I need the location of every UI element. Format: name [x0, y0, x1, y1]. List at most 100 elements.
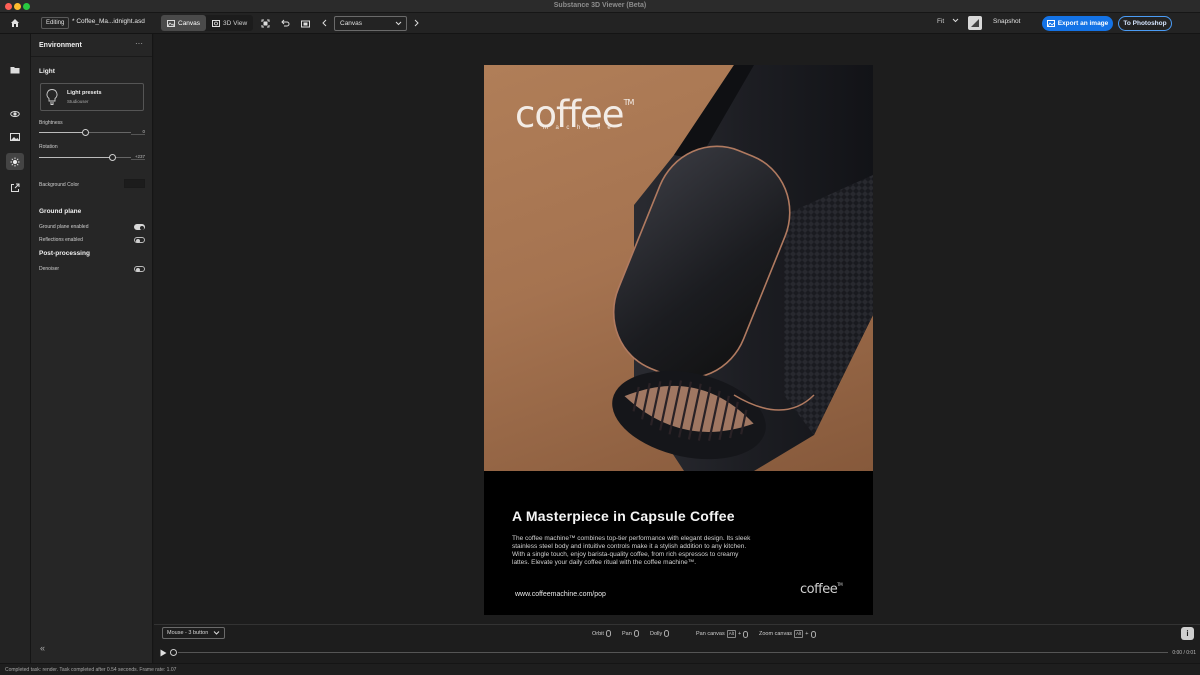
- timeline-track[interactable]: [178, 652, 1168, 653]
- brightness-slider[interactable]: [39, 129, 131, 136]
- footer-logo-trademark: TM: [837, 582, 843, 587]
- panel-divider: [31, 56, 152, 57]
- canvas-select-value: Canvas: [340, 20, 363, 27]
- home-button[interactable]: [7, 16, 23, 30]
- rail-environment-button[interactable]: [6, 153, 24, 170]
- 3d-view-icon: [212, 19, 221, 27]
- reflections-enabled-toggle[interactable]: [134, 237, 145, 243]
- previous-canvas-button[interactable]: [319, 17, 331, 29]
- reflections-enabled-label: Reflections enabled: [39, 237, 83, 243]
- pan-hint: Pan: [622, 630, 639, 637]
- zoom-select[interactable]: Fit: [937, 18, 959, 25]
- snapshot-button[interactable]: Snapshot: [993, 18, 1020, 25]
- light-presets-card[interactable]: Light presets Studiouser: [40, 83, 144, 111]
- tab-3d-view[interactable]: 3D View: [206, 15, 253, 31]
- app-title: Substance 3D Viewer (Beta): [553, 2, 647, 9]
- denoiser-label: Denoiser: [39, 266, 60, 272]
- image-icon: [10, 133, 20, 141]
- poster-canvas[interactable]: coffeeTM machine A Masterpiece in Capsul…: [484, 65, 873, 615]
- tab-3d-view-label: 3D View: [223, 19, 248, 27]
- brand-logo-subtitle: machine: [543, 125, 619, 131]
- export-image-button[interactable]: Export an image: [1042, 16, 1113, 31]
- rail-image-button[interactable]: [6, 129, 24, 146]
- play-icon[interactable]: [160, 649, 167, 657]
- panel-title: Environment: [39, 42, 82, 49]
- export-image-label: Export an image: [1057, 20, 1109, 27]
- chevron-right-icon: [414, 19, 419, 27]
- plus-sign: +: [805, 631, 809, 637]
- brightness-slider-handle[interactable]: [82, 129, 89, 136]
- rotation-slider[interactable]: [39, 154, 131, 161]
- orbit-label: Orbit: [592, 630, 604, 637]
- status-message: Completed task: render. Task completed a…: [5, 667, 177, 673]
- export-icon: [11, 183, 20, 192]
- panel-more-button[interactable]: ···: [135, 39, 143, 48]
- brightness-slider-fill: [39, 132, 85, 133]
- mouse-left-icon: [743, 630, 749, 638]
- background-color-label: Background Color: [39, 182, 80, 188]
- canvas-viewport[interactable]: coffeeTM machine A Masterpiece in Capsul…: [154, 34, 1200, 624]
- light-section-title: Light: [39, 68, 55, 75]
- next-canvas-button[interactable]: [410, 17, 422, 29]
- left-rail: [0, 34, 31, 663]
- snapshot-toggle[interactable]: [968, 16, 982, 30]
- denoiser-toggle[interactable]: [134, 266, 145, 272]
- frame-button[interactable]: [259, 17, 271, 29]
- poster-body-copy: The coffee machine™ combines top-tier pe…: [512, 535, 751, 566]
- tab-canvas[interactable]: Canvas: [161, 15, 207, 31]
- plus-sign: +: [738, 631, 742, 637]
- to-photoshop-button[interactable]: To Photoshop: [1118, 16, 1172, 31]
- ground-plane-enabled-toggle[interactable]: [134, 224, 145, 230]
- mouse-left-icon: [605, 630, 611, 637]
- undo-icon: [280, 19, 289, 26]
- poster-url: www.coffeemachine.com/pop: [515, 591, 606, 598]
- 3d-object-icon: [10, 110, 20, 117]
- pan-canvas-label: Pan canvas: [696, 631, 725, 637]
- chevron-down-icon: [952, 18, 959, 23]
- mouse-mode-select[interactable]: Mouse - 3 button: [162, 627, 225, 639]
- sun-icon: [10, 157, 20, 166]
- canvas-icon: [167, 19, 175, 27]
- environment-panel: Environment ··· Light Light presets Stud…: [31, 34, 153, 663]
- document-name: * Coffee_Ma...idnight.asd: [72, 18, 145, 25]
- mode-badge[interactable]: Editing: [41, 17, 70, 29]
- home-icon: [11, 19, 19, 27]
- timeline-time: 0:00 / 0:01: [1172, 650, 1196, 656]
- status-bar: Completed task: render. Task completed a…: [0, 663, 1200, 675]
- footer-logo-text: coffee: [800, 582, 838, 597]
- alt-key-icon: Alt: [726, 630, 737, 638]
- rail-export-button[interactable]: [6, 179, 24, 196]
- rotation-slider-handle[interactable]: [108, 154, 116, 161]
- mountain-icon: [971, 19, 979, 27]
- export-image-icon: [1046, 20, 1055, 27]
- navigation-hints-bar: Mouse - 3 button Orbit Pan Dolly Pan can…: [154, 624, 1200, 641]
- light-presets-value: Studiouser: [67, 99, 89, 104]
- timeline-scrubber-handle[interactable]: [170, 649, 177, 656]
- view-switcher: Canvas 3D View: [161, 15, 254, 31]
- brightness-value[interactable]: 0: [131, 129, 145, 135]
- info-button[interactable]: i: [1181, 627, 1194, 640]
- canvas-select[interactable]: Canvas: [334, 16, 407, 31]
- zoom-select-value: Fit: [937, 18, 945, 25]
- chevron-down-icon: [213, 628, 220, 642]
- toggle-knob: [135, 267, 140, 272]
- chevron-down-icon: [395, 17, 402, 35]
- orbit-hint: Orbit: [592, 630, 611, 637]
- rotation-value[interactable]: +237: [131, 154, 145, 160]
- dolly-hint: Dolly: [650, 630, 670, 637]
- rail-3d-object-button[interactable]: [6, 105, 24, 122]
- collapse-panel-button[interactable]: «: [40, 643, 45, 653]
- undo-button[interactable]: [279, 17, 291, 29]
- brand-logo-trademark: TM: [623, 98, 635, 107]
- pan-label: Pan: [622, 630, 632, 637]
- mouse-mode-value: Mouse - 3 button: [167, 630, 209, 636]
- ground-plane-enabled-label: Ground plane enabled: [39, 224, 89, 230]
- zoom-canvas-label: Zoom canvas: [759, 631, 793, 637]
- camera-button[interactable]: [299, 17, 311, 29]
- snapshot-label: Snapshot: [993, 18, 1021, 25]
- post-processing-section-title: Post-processing: [39, 250, 90, 257]
- rail-files-button[interactable]: [6, 61, 24, 78]
- tab-canvas-label: Canvas: [178, 19, 201, 27]
- light-bulb-icon: [46, 89, 58, 105]
- background-color-swatch[interactable]: [124, 179, 145, 188]
